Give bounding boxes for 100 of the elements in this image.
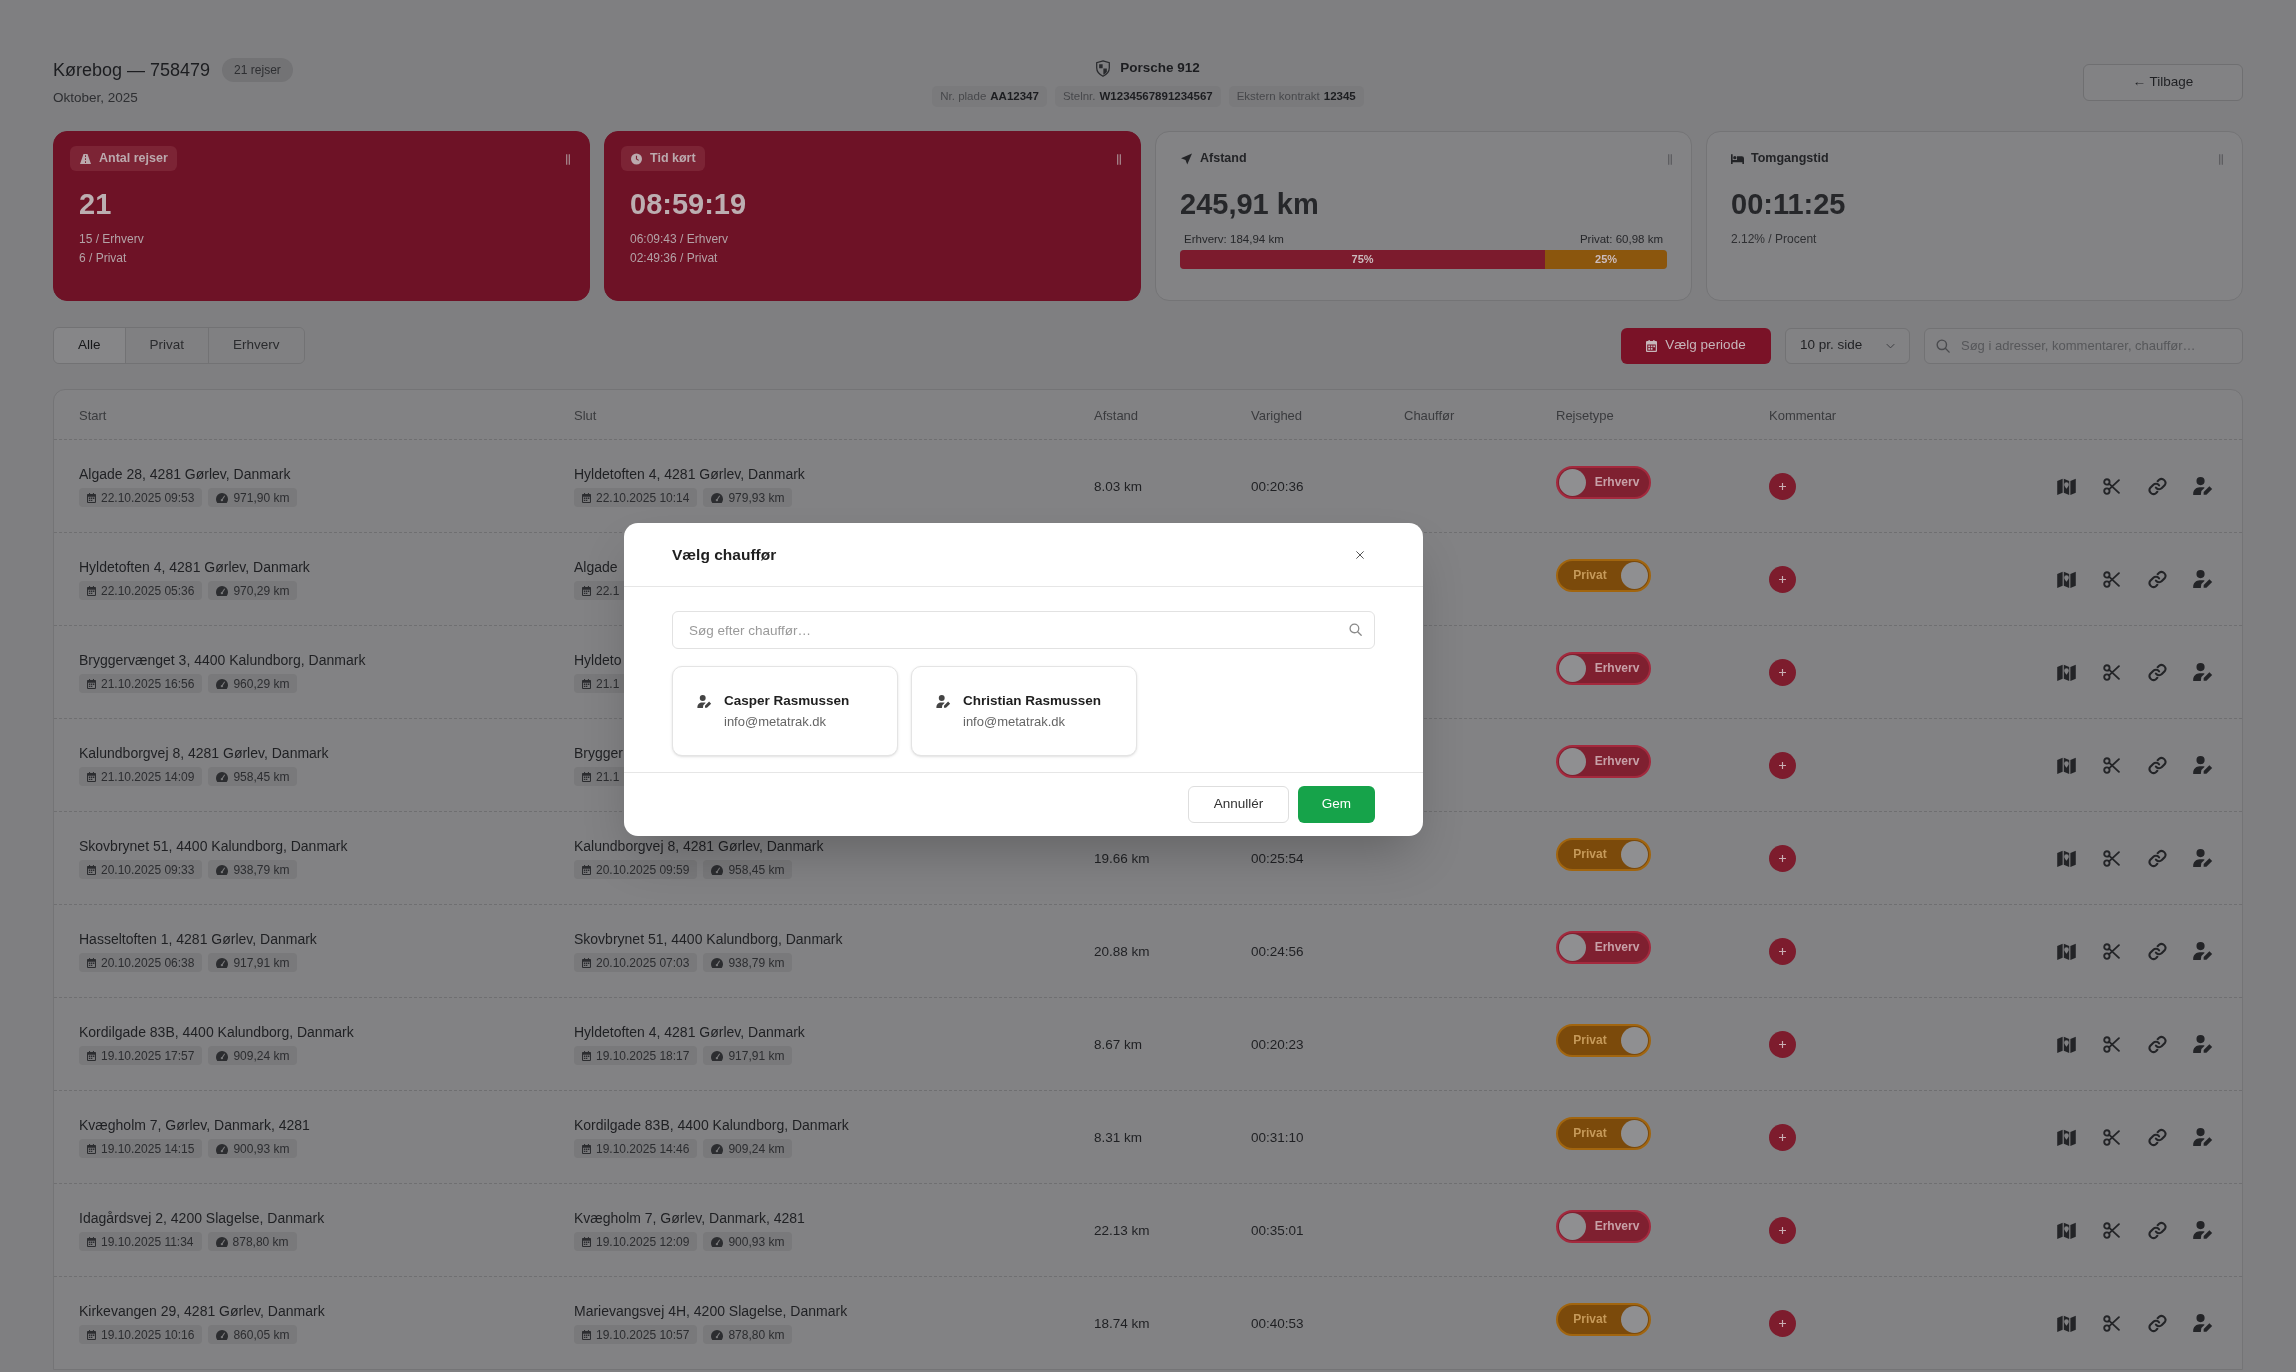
page-title: Kørebog — 758479	[53, 59, 211, 82]
add-comment-button[interactable]	[1769, 472, 1796, 500]
add-comment-button[interactable]	[1769, 1123, 1796, 1151]
odometer-reading: 971,90 km	[233, 489, 290, 507]
address-text: Brygger	[574, 744, 624, 762]
distance-value: 8.67 km	[1094, 1037, 1143, 1052]
stat-label: Tomgangstid	[1751, 150, 1829, 168]
gauge-icon	[216, 585, 229, 596]
trip-type-toggle[interactable]: Privat	[1556, 1302, 1651, 1336]
stat-value: 00:11:25	[1731, 186, 1847, 221]
stat-detail: 15 / Erhverv	[79, 230, 144, 248]
driver-search-field[interactable]: Søg efter chauffør…	[672, 611, 1375, 649]
column-header: Start	[79, 407, 107, 423]
trip-type-toggle[interactable]: Erhverv	[1556, 744, 1651, 778]
calendar-icon	[582, 1236, 591, 1247]
trip-type-toggle[interactable]: Privat	[1556, 1116, 1651, 1150]
calendar-icon	[87, 771, 96, 782]
address-text: Bryggervænget 3, 4400 Kalundborg, Danmark	[79, 651, 366, 669]
odometer-reading: 970,29 km	[233, 582, 290, 600]
driver-name: Christian Rasmussen	[963, 692, 1102, 710]
trip-type-toggle[interactable]: Erhverv	[1556, 651, 1651, 685]
map-icon	[2056, 570, 2076, 588]
plus-icon	[1779, 1226, 1786, 1234]
calendar-icon	[87, 1050, 96, 1061]
column-header: Chauffør	[1404, 407, 1455, 423]
link-icon	[2147, 569, 2167, 589]
plus-icon	[1779, 668, 1786, 676]
link-icon	[2147, 662, 2167, 682]
trip-time: 19.10.2025 11:34	[101, 1233, 194, 1251]
gauge-icon	[215, 1236, 228, 1247]
calendar-icon	[582, 1050, 591, 1061]
gauge-icon	[216, 1050, 229, 1061]
address-text: Kordilgade 83B, 4400 Kalundborg, Danmark	[574, 1116, 849, 1134]
driver-card[interactable]: Christian Rasmussen info@metatrak.dk	[911, 666, 1137, 756]
add-comment-button[interactable]	[1769, 937, 1796, 965]
column-header: Afstand	[1094, 407, 1139, 423]
page-size-select[interactable]: 10 pr. side	[1785, 327, 1910, 364]
save-button[interactable]: Gem	[1298, 786, 1375, 823]
duration-value: 00:24:56	[1251, 944, 1304, 959]
gauge-icon	[216, 771, 229, 782]
add-comment-button[interactable]	[1769, 1309, 1796, 1337]
trip-type-toggle[interactable]: Privat	[1556, 1023, 1651, 1057]
trip-type-toggle[interactable]: Privat	[1556, 558, 1651, 592]
map-icon	[2056, 849, 2076, 867]
trip-time: 20.10.2025 07:03	[596, 954, 690, 972]
trip-type-toggle[interactable]: Erhverv	[1556, 1209, 1651, 1243]
user-edit-icon	[2192, 942, 2213, 960]
scissors-icon	[2103, 942, 2121, 960]
gauge-icon	[711, 864, 724, 875]
odometer-reading: 900,93 km	[233, 1140, 290, 1158]
stat-label: Antal rejser	[99, 150, 168, 168]
stat-value: 245,91 km	[1180, 186, 1320, 221]
trip-type-toggle[interactable]: Privat	[1556, 837, 1651, 871]
plus-icon	[1779, 854, 1786, 862]
back-button[interactable]: ← Tilbage	[2083, 64, 2243, 101]
filter-tab[interactable]: Alle	[54, 328, 126, 363]
map-icon	[2056, 1314, 2076, 1332]
add-comment-button[interactable]	[1769, 1030, 1796, 1058]
map-icon	[2056, 1128, 2076, 1146]
address-text: Skovbrynet 51, 4400 Kalundborg, Danmark	[574, 930, 843, 948]
map-icon	[2056, 756, 2076, 774]
field-value: W1234567891234567	[1099, 88, 1213, 104]
address-text: Marievangsvej 4H, 4200 Slagelse, Danmark	[574, 1302, 848, 1320]
cancel-button[interactable]: Annullér	[1188, 786, 1289, 823]
plus-icon	[1779, 1319, 1786, 1327]
stat-label: Afstand	[1200, 150, 1247, 168]
odometer-reading: 938,79 km	[728, 954, 785, 972]
stat-detail: 02:49:36 / Privat	[630, 249, 718, 267]
odometer-reading: 909,24 km	[233, 1047, 290, 1065]
calendar-icon	[87, 492, 96, 503]
split-label: Privat: 60,98 km	[1579, 231, 1663, 246]
user-edit-icon	[2192, 477, 2213, 495]
distance-value: 8.31 km	[1094, 1130, 1143, 1145]
gauge-icon	[711, 1329, 724, 1340]
stat-label: Tid kørt	[650, 150, 696, 168]
add-comment-button[interactable]	[1769, 844, 1796, 872]
calendar-icon	[582, 1143, 591, 1154]
address-text: Hyldetoften 4, 4281 Gørlev, Danmark	[574, 1023, 805, 1041]
add-comment-button[interactable]	[1769, 565, 1796, 593]
add-comment-button[interactable]	[1769, 658, 1796, 686]
column-header: Kommentar	[1769, 407, 1837, 423]
odometer-reading: 917,91 km	[728, 1047, 785, 1065]
trip-time: 19.10.2025 18:17	[596, 1047, 690, 1065]
plus-icon	[1779, 482, 1786, 490]
address-text: Hyldetoften 4, 4281 Gørlev, Danmark	[574, 465, 805, 483]
driver-card[interactable]: Casper Rasmussen info@metatrak.dk	[672, 666, 898, 756]
trip-type-toggle[interactable]: Erhverv	[1556, 930, 1651, 964]
plus-icon	[1779, 1133, 1786, 1141]
calendar-icon	[87, 957, 96, 968]
plus-icon	[1779, 575, 1786, 583]
period-button[interactable]: Vælg periode	[1621, 327, 1771, 364]
trip-time: 19.10.2025 14:46	[596, 1140, 690, 1158]
map-icon	[2056, 1035, 2076, 1053]
add-comment-button[interactable]	[1769, 1216, 1796, 1244]
driver-email: info@metatrak.dk	[724, 713, 827, 730]
user-edit-icon	[2192, 663, 2213, 681]
user-edit-icon	[2192, 1035, 2213, 1053]
add-comment-button[interactable]	[1769, 751, 1796, 779]
trip-type-toggle[interactable]: Erhverv	[1556, 465, 1651, 499]
toggle-knob	[1621, 840, 1648, 868]
